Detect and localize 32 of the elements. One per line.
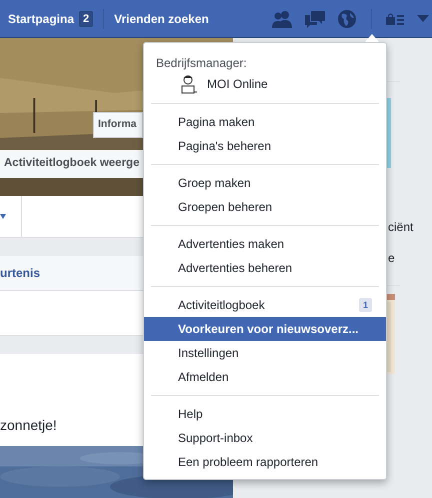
- post-text: zonnetje!: [0, 416, 57, 435]
- menu-item[interactable]: Voorkeuren voor nieuwsoverz...: [144, 317, 386, 341]
- menu-item[interactable]: Help: [144, 402, 386, 426]
- menu-item[interactable]: Support-inbox: [144, 426, 386, 450]
- messages-icon[interactable]: [304, 10, 326, 28]
- caret-icon[interactable]: [0, 214, 6, 219]
- activity-log-button[interactable]: Activiteitlogboek weerge: [0, 150, 143, 178]
- account-item[interactable]: MOI Online: [144, 71, 386, 97]
- friends-icon[interactable]: [270, 10, 293, 28]
- menu-item[interactable]: Groepen beheren: [144, 195, 386, 219]
- menu-item[interactable]: Instellingen: [144, 341, 386, 365]
- menu-item[interactable]: Advertenties beheren: [144, 256, 386, 280]
- sidebar-text: e: [388, 251, 395, 265]
- count-badge: 2: [79, 10, 94, 26]
- menu-item[interactable]: Groep maken: [144, 171, 386, 195]
- menu-item[interactable]: Een probleem rapporteren: [144, 450, 386, 474]
- nav-link[interactable]: Startpagina: [8, 10, 74, 28]
- menu-item[interactable]: Pagina's beheren: [144, 134, 386, 158]
- menu-item[interactable]: Activiteitlogboek 1: [144, 293, 386, 317]
- globe-icon[interactable]: [336, 8, 357, 28]
- lock-icon[interactable]: [386, 12, 406, 26]
- informa-button[interactable]: Informa: [93, 112, 143, 138]
- nav-link[interactable]: Vrienden zoeken: [114, 10, 209, 28]
- menu-header: Bedrijfsmanager:: [155, 55, 248, 71]
- menu-item[interactable]: Pagina maken: [144, 110, 386, 134]
- sidebar-text: ciënt: [388, 220, 414, 234]
- count-badge: 1: [358, 298, 372, 312]
- event-link[interactable]: urtenis: [0, 264, 40, 282]
- avatar-icon: [179, 74, 199, 94]
- caret-icon[interactable]: [416, 14, 429, 22]
- menu-item[interactable]: Afmelden: [144, 365, 386, 389]
- menu-item[interactable]: Advertenties maken: [144, 232, 386, 256]
